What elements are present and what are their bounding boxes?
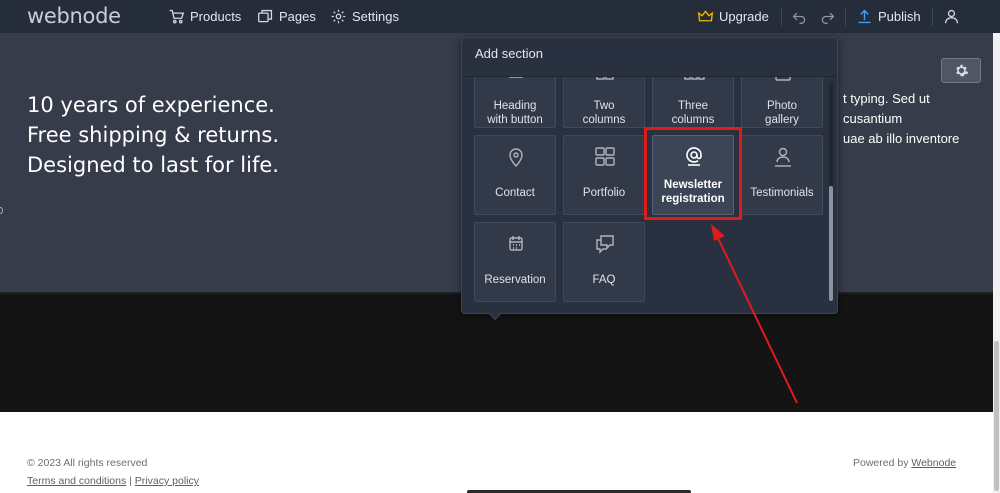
panel-scrollbar-thumb[interactable] [829,186,833,301]
undo-button[interactable] [791,0,808,33]
tile-reservation[interactable]: Reservation [474,222,556,302]
tile-heading-with-button[interactable]: Heading with button [474,77,556,128]
publish-button[interactable]: Publish [856,0,921,33]
grid-icon [595,147,615,166]
settings-menu[interactable]: Settings [330,0,399,33]
settings-label: Settings [352,9,399,24]
publish-label: Publish [878,9,921,24]
chat-bubbles-icon [596,235,614,254]
hero-text[interactable]: 10 years of experience. Free shipping & … [27,90,279,180]
tile-label: Photo gallery [765,100,799,126]
tile-three-columns[interactable]: Three columns [652,77,734,128]
panel-title: Add section [475,46,543,61]
tile-label: Contact [495,187,535,199]
tile-label: FAQ [592,274,616,286]
page-scrollbar-thumb[interactable] [994,341,999,491]
upgrade-label: Upgrade [719,9,769,24]
user-icon [944,9,959,24]
toolbar-divider [781,8,782,26]
calendar-icon [509,236,523,251]
tile-faq[interactable]: FAQ [563,222,645,302]
hero-body-line: t typing. Sed ut [843,91,930,106]
heading-button-icon [508,77,524,78]
pages-label: Pages [279,9,316,24]
tile-label: Portfolio [582,187,626,199]
terms-link[interactable]: Terms and conditions [27,475,126,487]
pages-icon [258,9,273,23]
toolbar-divider [932,8,933,26]
undo-icon [792,12,806,24]
three-columns-icon [684,77,705,80]
hero-line: Designed to last for life. [27,153,279,177]
tile-two-columns[interactable]: Two columns [563,77,645,128]
gear-icon [331,9,346,24]
tile-label: Testimonials [750,187,814,199]
powered-by-prefix: Powered by [853,457,909,469]
tile-photo-gallery[interactable]: Photo gallery [741,77,823,128]
account-button[interactable] [943,0,960,33]
redo-icon [821,12,835,24]
hero-line: Free shipping & returns. [27,123,280,147]
footer-links: Terms and conditions | Privacy policy [27,475,199,487]
upgrade-button[interactable]: Upgrade [697,0,769,33]
pages-menu[interactable]: Pages [257,0,316,33]
hero-body-line: uae ab illo inventore [843,131,960,146]
gear-icon [955,64,968,77]
hero-body-text[interactable]: t typing. Sed ut cusantium uae ab illo i… [843,89,959,149]
redo-button[interactable] [819,0,836,33]
tile-label: Two columns [582,100,626,126]
tile-contact[interactable]: Contact [474,135,556,215]
tile-portfolio[interactable]: Portfolio [563,135,645,215]
top-toolbar: webnode Products Pages Settings Upgrade … [0,0,1000,33]
hero-line: 10 years of experience. [27,93,275,117]
highlight-box [644,127,742,220]
photo-gallery-icon [775,77,791,81]
page-scrollbar[interactable] [993,33,1000,493]
hero-body-line: cusantium [843,111,903,126]
products-menu[interactable]: Products [168,0,241,33]
products-label: Products [190,9,242,24]
toolbar-divider [845,8,846,26]
section-settings-button[interactable] [941,58,981,83]
tile-label: Heading with button [487,100,543,126]
upload-icon [858,9,871,24]
location-pin-icon [509,148,523,168]
privacy-link[interactable]: Privacy policy [135,475,199,487]
crown-icon [697,10,714,22]
tile-testimonials[interactable]: Testimonials [741,135,823,215]
cart-icon [169,9,185,24]
copyright-text: © 2023 All rights reserved [27,457,148,469]
footer: © 2023 All rights reserved Terms and con… [0,412,993,493]
webnode-logo[interactable]: webnode [27,4,121,28]
link-separator: | [129,475,132,487]
tile-label: Three columns [671,100,715,126]
person-icon [775,147,791,167]
two-columns-icon [596,77,614,80]
tile-label: Reservation [484,274,546,286]
powered-by: Powered by Webnode [853,457,956,469]
webnode-link[interactable]: Webnode [911,457,956,469]
